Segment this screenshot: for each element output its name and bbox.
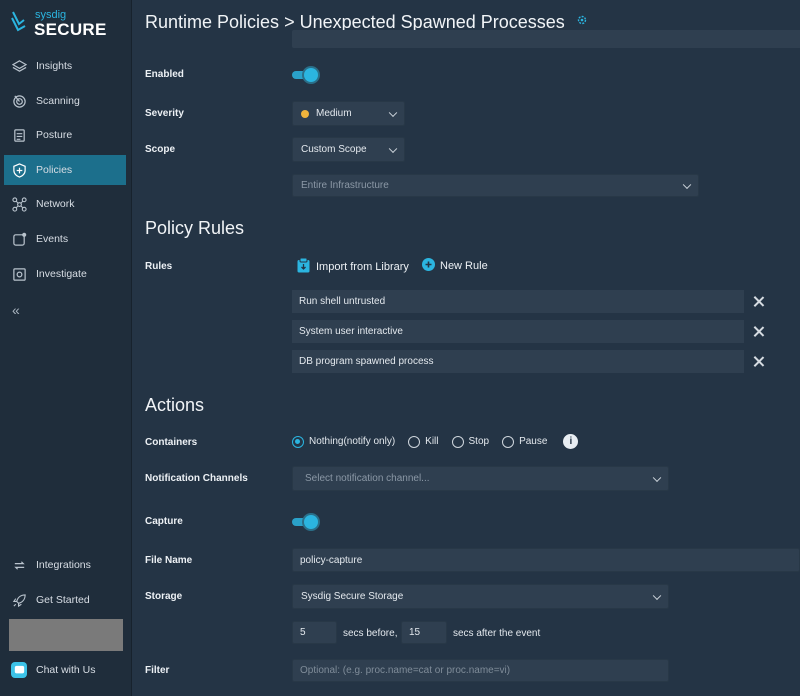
secs-after-text: secs after the event (453, 628, 541, 639)
scan-icon (11, 93, 27, 109)
scope-select[interactable]: Custom Scope (292, 137, 405, 162)
policy-rules-heading: Policy Rules (145, 218, 245, 238)
import-label: Import from Library (316, 261, 409, 273)
sysdig-logo-icon (11, 11, 26, 32)
sidebar-item-label: Policies (36, 164, 73, 176)
redacted-user-block (9, 619, 123, 651)
import-from-library-button[interactable]: Import from Library (297, 257, 409, 276)
notification-placeholder: Select notification channel... (305, 473, 430, 484)
sidebar-item-label: Integrations (36, 559, 91, 571)
chevron-down-icon (388, 144, 398, 153)
sidebar-item-investigate[interactable]: Investigate (4, 259, 126, 289)
library-icon (297, 257, 310, 276)
sidebar-item-label: Get Started (36, 594, 90, 606)
rule-item[interactable]: DB program spawned process (292, 350, 744, 373)
capture-label: Capture (145, 516, 183, 527)
rule-name: DB program spawned process (299, 356, 434, 367)
remove-rule-icon[interactable] (752, 325, 766, 339)
secs-before-text: secs before, (343, 628, 398, 639)
notification-channels-label: Notification Channels (145, 473, 248, 484)
sidebar-item-posture[interactable]: Posture (4, 120, 126, 150)
policy-name: Unexpected Spawned Processes (299, 12, 565, 32)
new-rule-button[interactable]: New Rule (422, 258, 488, 274)
scope-infrastructure-select[interactable]: Entire Infrastructure (292, 174, 699, 197)
sidebar-item-label: Network (36, 198, 75, 210)
sidebar-item-label: Investigate (36, 268, 87, 280)
sidebar-item-events[interactable]: Events (4, 224, 126, 254)
rule-item[interactable]: Run shell untrusted (292, 290, 744, 313)
file-name-input[interactable]: policy-capture (292, 548, 800, 572)
radio-kill[interactable]: Kill (408, 435, 439, 448)
rule-item[interactable]: System user interactive (292, 320, 744, 343)
breadcrumb-parent[interactable]: Runtime Policies (145, 12, 279, 32)
severity-value: Medium (316, 108, 352, 119)
sidebar-item-get-started[interactable]: Get Started (4, 585, 126, 615)
new-rule-label: New Rule (440, 260, 488, 272)
file-name-label: File Name (145, 555, 193, 566)
chevron-down-icon (682, 180, 692, 189)
sidebar-item-label: Events (36, 233, 69, 245)
sidebar-item-label: Posture (36, 129, 73, 141)
sidebar-item-label: Insights (36, 60, 73, 72)
radio-stop[interactable]: Stop (451, 435, 489, 448)
sidebar-item-insights[interactable]: Insights (4, 51, 126, 81)
secs-after-input[interactable]: 15 (401, 621, 447, 644)
filter-input[interactable]: Optional: (e.g. proc.name=cat or proc.na… (292, 659, 669, 682)
containers-radio-group: Nothing(notify only) Kill Stop Pause i (292, 434, 579, 449)
rule-name: Run shell untrusted (299, 296, 386, 307)
filter-label: Filter (145, 665, 170, 676)
chevron-down-icon (652, 591, 662, 600)
sidebar-item-policies[interactable]: Policies (4, 155, 126, 185)
sidebar-item-scanning[interactable]: Scanning (4, 86, 126, 116)
chat-with-us[interactable]: Chat with Us (4, 655, 126, 685)
sidebar-item-network[interactable]: Network (4, 189, 126, 219)
breadcrumb-separator: > (284, 12, 295, 32)
network-icon (11, 196, 27, 212)
sidebar-item-label: Scanning (36, 95, 80, 107)
secs-before-input[interactable]: 5 (292, 621, 337, 644)
radio-nothing[interactable]: Nothing(notify only) (292, 435, 395, 448)
chat-icon (11, 662, 27, 678)
capture-toggle[interactable] (292, 515, 318, 529)
main-content: Runtime Policies > Unexpected Spawned Pr… (133, 0, 800, 696)
shield-icon (11, 162, 27, 178)
scope-label: Scope (145, 144, 176, 155)
info-icon[interactable]: i (563, 434, 579, 449)
brand-logo[interactable]: sysdig SECURE (10, 8, 125, 40)
description-field[interactable] (292, 30, 800, 48)
plus-circle-icon (422, 258, 435, 274)
containers-label: Containers (145, 437, 198, 448)
storage-label: Storage (145, 591, 183, 602)
remove-rule-icon[interactable] (752, 355, 766, 369)
rule-name: System user interactive (299, 326, 403, 337)
sync-icon (11, 557, 27, 573)
remove-rule-icon[interactable] (752, 295, 766, 309)
chevron-down-icon (652, 473, 662, 482)
layers-icon (11, 58, 27, 74)
investigate-icon (11, 266, 27, 282)
brand-line2: SECURE (34, 20, 107, 39)
collapse-sidebar-icon[interactable]: « (12, 302, 20, 318)
actions-heading: Actions (145, 395, 205, 415)
scope-value: Custom Scope (301, 144, 367, 155)
severity-label: Severity (145, 108, 184, 119)
events-icon (11, 231, 27, 247)
chat-label: Chat with Us (36, 664, 96, 676)
enabled-label: Enabled (145, 69, 184, 80)
gear-icon[interactable] (576, 10, 588, 31)
storage-value: Sysdig Secure Storage (301, 591, 404, 602)
severity-select[interactable]: Medium (292, 101, 405, 126)
rocket-icon (11, 592, 27, 608)
chevron-down-icon (388, 108, 398, 117)
scope-infra-value: Entire Infrastructure (301, 180, 389, 191)
notification-channel-select[interactable]: Select notification channel... (292, 466, 669, 491)
radio-pause[interactable]: Pause (502, 435, 547, 448)
rules-label: Rules (145, 261, 173, 272)
enabled-toggle[interactable] (292, 68, 318, 82)
sidebar-item-integrations[interactable]: Integrations (4, 550, 126, 580)
severity-dot (301, 109, 309, 118)
storage-select[interactable]: Sysdig Secure Storage (292, 584, 669, 609)
clipboard-icon (11, 127, 27, 143)
sidebar: sysdig SECURE Insights Scanning Posture … (0, 0, 132, 696)
